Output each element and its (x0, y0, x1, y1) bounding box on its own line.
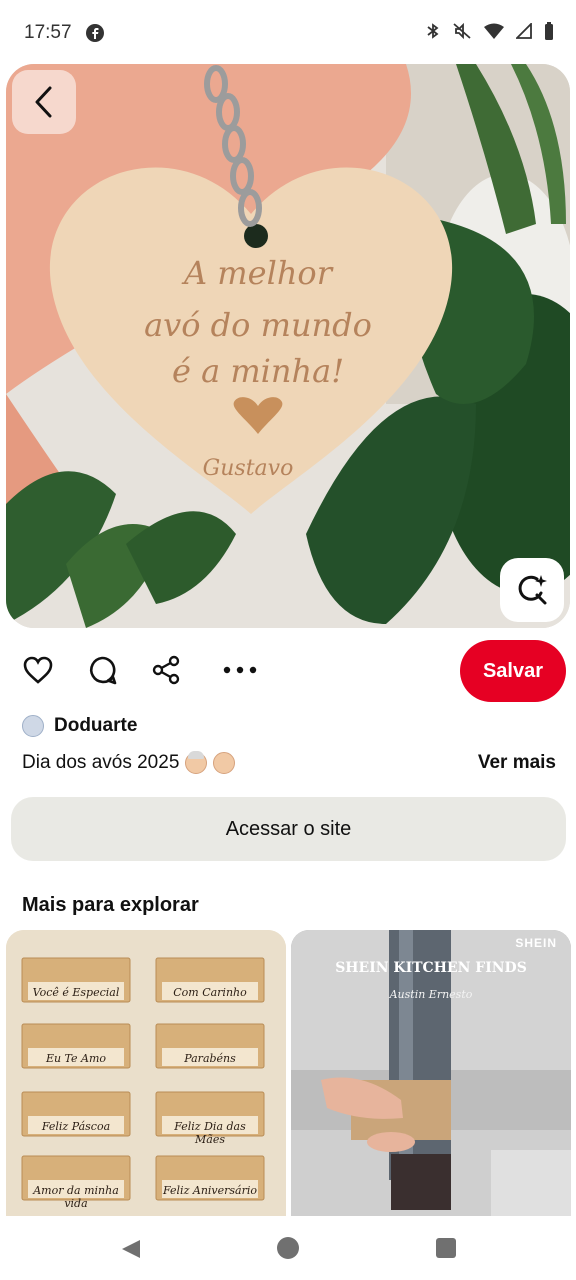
crate-label: Feliz Dia das Mães (174, 1120, 246, 1146)
author-name[interactable]: Doduarte (54, 715, 137, 737)
facebook-icon (86, 24, 104, 42)
wifi-icon (484, 23, 504, 39)
bluetooth-icon (427, 23, 439, 39)
visual-search-button[interactable] (500, 558, 564, 622)
explore-card-kitchen[interactable]: SHEIN SHEIN KITCHEN FINDS Austin Ernesto (291, 930, 571, 1216)
more-icon (223, 666, 257, 674)
heart-text-line2: avó do mundo (144, 306, 372, 344)
pin-actions: Salvar (0, 638, 576, 704)
crate-label: Parabéns (184, 1052, 236, 1065)
crate-label: Feliz Aniversário (163, 1184, 257, 1197)
brand-label: SHEIN (515, 936, 557, 950)
crate-label: Você é Especial (32, 986, 120, 999)
more-options-button[interactable] (222, 652, 258, 688)
avatar[interactable] (22, 715, 44, 737)
comment-icon (90, 656, 117, 685)
keychain-photo (6, 64, 570, 628)
like-button[interactable] (20, 652, 56, 688)
share-icon (152, 655, 180, 685)
status-time: 17:57 (24, 22, 72, 43)
crate-label: Com Carinho (173, 986, 247, 999)
share-button[interactable] (148, 652, 184, 688)
video-subline: Austin Ernesto (389, 988, 473, 1001)
description-text: Dia dos avós 2025 (22, 752, 180, 773)
explore-heading: Mais para explorar (22, 894, 199, 916)
see-more-link[interactable]: Ver mais (478, 752, 556, 774)
grandpa-emoji-icon (185, 751, 208, 774)
pin-description: Dia dos avós 2025 (22, 751, 236, 774)
author-row[interactable]: Doduarte (22, 712, 137, 740)
crate-label: Eu Te Amo (45, 1052, 107, 1065)
mute-icon (453, 22, 471, 40)
status-icons (426, 22, 554, 40)
system-nav-bar (0, 1218, 576, 1280)
lens-icon (518, 575, 547, 605)
crate-label: Feliz Páscoa (41, 1120, 111, 1133)
visit-site-button[interactable]: Acessar o site (11, 797, 566, 861)
video-headline: SHEIN KITCHEN FINDS (335, 960, 527, 976)
heart-text-line3: é a minha! (171, 352, 345, 390)
crates-image (6, 930, 286, 1216)
pin-image[interactable]: A melhor avó do mundo é a minha! Gustavo (6, 64, 570, 628)
signal-icon (516, 23, 532, 39)
chevron-left-icon (35, 86, 52, 118)
save-button[interactable]: Salvar (460, 640, 566, 702)
nav-home-icon[interactable] (277, 1237, 299, 1259)
back-button[interactable] (12, 70, 76, 134)
heart-icon (23, 656, 53, 684)
heart-text-line1: A melhor (184, 254, 332, 292)
heart-signature: Gustavo (202, 456, 294, 481)
nav-recents-icon[interactable] (436, 1238, 456, 1258)
explore-card-crates[interactable]: Você é Especial Com Carinho Eu Te Amo Pa… (6, 930, 286, 1216)
nav-back-icon[interactable] (120, 1238, 142, 1260)
crate-label: Amor da minha vida (33, 1184, 119, 1210)
battery-icon (545, 22, 553, 40)
grandma-emoji-icon (213, 752, 236, 774)
comment-button[interactable] (84, 652, 120, 688)
status-bar: 17:57 (0, 0, 576, 64)
